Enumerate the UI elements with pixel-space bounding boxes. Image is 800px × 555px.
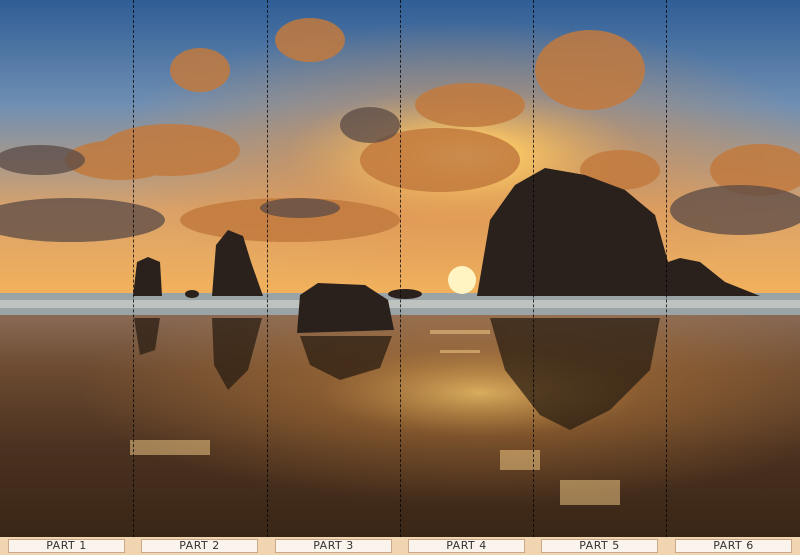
panel-label-2: PART 2	[141, 539, 258, 553]
mural-preview: PART 1 PART 2 PART 3 PART 4 PART 5 PART …	[0, 0, 800, 555]
panel-divider	[400, 0, 401, 537]
panel-label-4: PART 4	[408, 539, 525, 553]
panel-label-3: PART 3	[275, 539, 392, 553]
panel-divider	[267, 0, 268, 537]
panel-label-1: PART 1	[8, 539, 125, 553]
panel-divider	[666, 0, 667, 537]
sun	[448, 266, 476, 294]
panel-label-5: PART 5	[541, 539, 658, 553]
panel-label-6: PART 6	[675, 539, 792, 553]
panel-divider	[533, 0, 534, 537]
panel-divider	[133, 0, 134, 537]
